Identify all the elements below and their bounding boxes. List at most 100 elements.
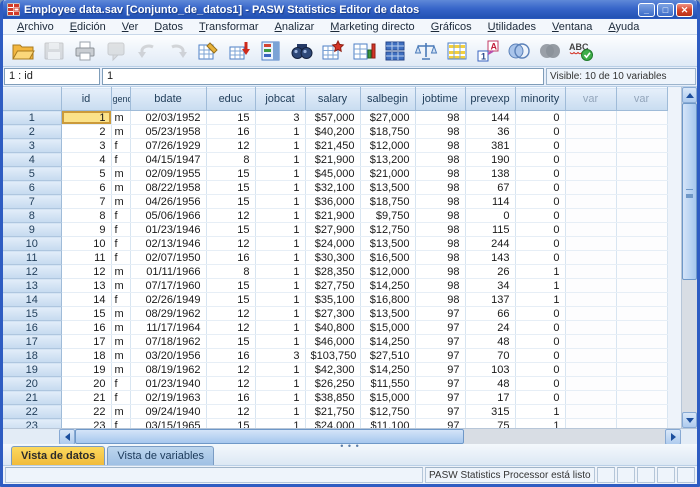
cell[interactable]: 08/22/1958 (130, 181, 206, 195)
cell[interactable]: $24,000 (305, 237, 360, 251)
cell[interactable]: 12 (61, 265, 111, 279)
close-button[interactable]: ✕ (676, 3, 693, 17)
horizontal-scroll-thumb[interactable] (75, 429, 464, 444)
row-header[interactable]: 8 (3, 209, 61, 223)
cell[interactable]: 17 (61, 335, 111, 349)
cell[interactable]: 09/24/1940 (130, 405, 206, 419)
cell[interactable]: 8 (206, 265, 255, 279)
row-header[interactable]: 21 (3, 391, 61, 405)
cell-empty-var[interactable] (616, 377, 667, 391)
cell[interactable]: $21,000 (360, 167, 415, 181)
cell[interactable]: 97 (415, 321, 465, 335)
cell[interactable]: 15 (61, 307, 111, 321)
cell[interactable]: 3 (61, 139, 111, 153)
cell[interactable]: 34 (465, 279, 515, 293)
cell[interactable]: 0 (515, 307, 565, 321)
cell[interactable]: 01/11/1966 (130, 265, 206, 279)
cell-empty-var[interactable] (565, 391, 616, 405)
cell[interactable]: 0 (515, 125, 565, 139)
cell[interactable]: 15 (206, 195, 255, 209)
scroll-down-button[interactable] (682, 412, 697, 428)
cell-empty-var[interactable] (616, 321, 667, 335)
cell-empty-var[interactable] (616, 111, 667, 125)
cell[interactable]: m (111, 167, 130, 181)
cell[interactable]: $13,500 (360, 181, 415, 195)
cell[interactable]: 97 (415, 377, 465, 391)
cell[interactable]: 12 (206, 321, 255, 335)
split-file-icon[interactable] (379, 37, 410, 65)
horizontal-scroll-track[interactable] (464, 429, 665, 444)
cell-empty-var[interactable] (616, 293, 667, 307)
cell[interactable]: 6 (61, 181, 111, 195)
cell[interactable]: $16,800 (360, 293, 415, 307)
cell[interactable]: 244 (465, 237, 515, 251)
cell-empty-var[interactable] (565, 405, 616, 419)
row-header[interactable]: 1 (3, 111, 61, 125)
cell[interactable]: 98 (415, 167, 465, 181)
cell[interactable]: 1 (255, 265, 305, 279)
grid-corner[interactable] (3, 88, 61, 111)
cell[interactable]: $12,000 (360, 265, 415, 279)
cell[interactable]: 14 (61, 293, 111, 307)
cell-empty-var[interactable] (565, 279, 616, 293)
cell[interactable]: 98 (415, 111, 465, 125)
cell[interactable]: $13,500 (360, 237, 415, 251)
cell[interactable]: 1 (255, 223, 305, 237)
find-icon[interactable] (286, 37, 317, 65)
cell-empty-var[interactable] (616, 209, 667, 223)
cell-empty-var[interactable] (565, 377, 616, 391)
cell[interactable]: 97 (415, 363, 465, 377)
insert-variable-icon[interactable] (348, 37, 379, 65)
cell-empty-var[interactable] (616, 237, 667, 251)
cell[interactable]: 1 (255, 363, 305, 377)
cell[interactable]: 98 (415, 279, 465, 293)
column-header-jobcat[interactable]: jobcat (255, 88, 305, 111)
tab-variable-view[interactable]: Vista de variables (107, 446, 214, 465)
cell[interactable]: 0 (515, 153, 565, 167)
cell[interactable]: 48 (465, 377, 515, 391)
cell[interactable]: $38,850 (305, 391, 360, 405)
cell[interactable]: 190 (465, 153, 515, 167)
cell[interactable]: 15 (206, 111, 255, 125)
cell[interactable]: 10 (61, 237, 111, 251)
row-header[interactable]: 12 (3, 265, 61, 279)
menu-graficos[interactable]: Gráficos (423, 20, 480, 34)
menu-analizar[interactable]: Analizar (267, 20, 323, 34)
cell[interactable]: 98 (415, 251, 465, 265)
cell[interactable]: f (111, 153, 130, 167)
cell[interactable]: f (111, 237, 130, 251)
vertical-scrollbar[interactable] (681, 87, 697, 428)
cell[interactable]: 23 (61, 419, 111, 429)
cell[interactable]: m (111, 363, 130, 377)
maximize-button[interactable]: □ (657, 3, 674, 17)
cell[interactable]: 0 (515, 363, 565, 377)
cell[interactable]: 143 (465, 251, 515, 265)
menu-transformar[interactable]: Transformar (191, 20, 267, 34)
select-cases-icon[interactable] (441, 37, 472, 65)
goto-case-icon[interactable] (193, 37, 224, 65)
cell[interactable]: 15 (206, 167, 255, 181)
row-header[interactable]: 6 (3, 181, 61, 195)
cell[interactable]: 1 (515, 419, 565, 429)
cell[interactable]: m (111, 405, 130, 419)
cell[interactable]: $32,100 (305, 181, 360, 195)
cell[interactable]: 1 (255, 293, 305, 307)
row-header[interactable]: 3 (3, 139, 61, 153)
cell[interactable]: 97 (415, 405, 465, 419)
cell[interactable]: $18,750 (360, 195, 415, 209)
cell-empty-var[interactable] (616, 139, 667, 153)
cell[interactable]: 98 (415, 209, 465, 223)
cell[interactable]: 1 (515, 265, 565, 279)
cell-empty-var[interactable] (565, 419, 616, 429)
cell[interactable]: 08/29/1962 (130, 307, 206, 321)
cell[interactable]: 0 (515, 111, 565, 125)
cell[interactable]: f (111, 391, 130, 405)
cell[interactable]: 1 (255, 153, 305, 167)
cell[interactable]: $21,900 (305, 209, 360, 223)
column-header-prevexp[interactable]: prevexp (465, 88, 515, 111)
row-header[interactable]: 5 (3, 167, 61, 181)
cell[interactable]: 381 (465, 139, 515, 153)
menu-ventana[interactable]: Ventana (544, 20, 600, 34)
row-header[interactable]: 2 (3, 125, 61, 139)
cell[interactable]: 05/23/1958 (130, 125, 206, 139)
